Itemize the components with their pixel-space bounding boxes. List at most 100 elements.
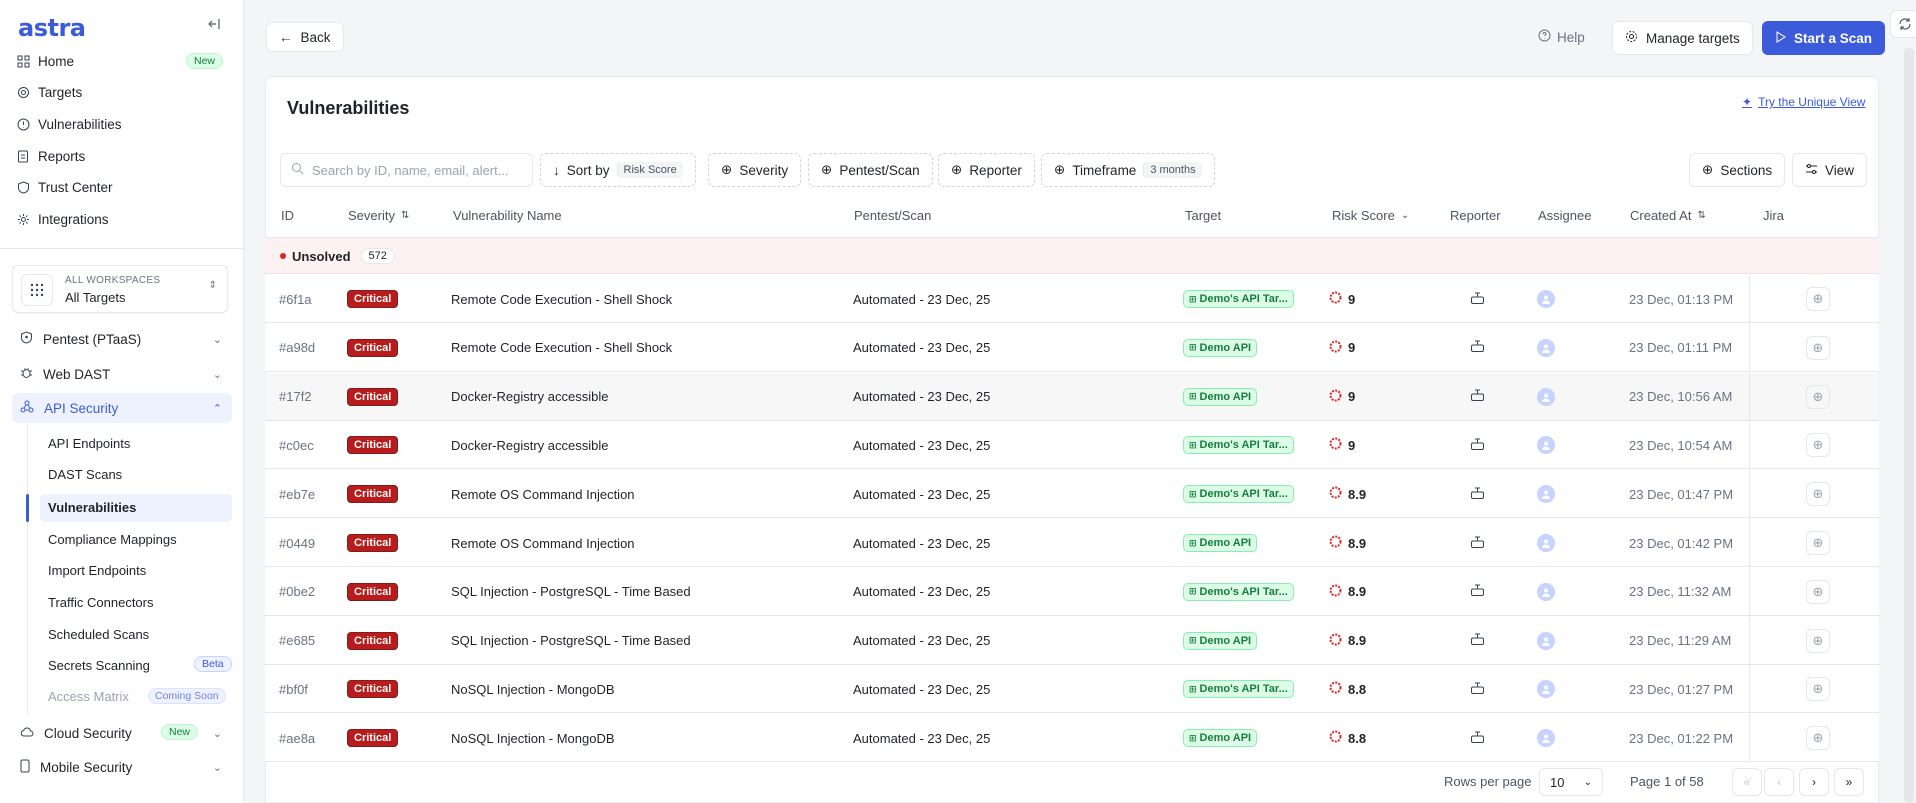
vuln-name[interactable]: SQL Injection - PostgreSQL - Time Based xyxy=(451,568,691,616)
column-target[interactable]: Target xyxy=(1185,208,1221,223)
table-row[interactable]: #6f1a Critical Remote Code Execution - S… xyxy=(265,275,1879,323)
assignee-cell[interactable] xyxy=(1537,324,1555,372)
vuln-name[interactable]: Remote Code Execution - Shell Shock xyxy=(451,275,672,323)
refresh-icon[interactable] xyxy=(1890,10,1916,38)
subnav-vulnerabilities[interactable]: Vulnerabilities xyxy=(48,497,136,519)
target-badge[interactable]: ⊞ Demo API xyxy=(1183,338,1258,357)
nav-trust-center[interactable]: Trust Center xyxy=(16,175,113,199)
pentest-scan-filter[interactable]: ⊕ Pentest/Scan xyxy=(808,153,933,187)
vuln-id[interactable]: #eb7e xyxy=(279,470,315,518)
vuln-name[interactable]: Remote OS Command Injection xyxy=(451,470,635,518)
assignee-cell[interactable] xyxy=(1537,373,1555,421)
vuln-id[interactable]: #a98d xyxy=(279,324,315,372)
assignee-cell[interactable] xyxy=(1537,519,1555,567)
prev-page-button[interactable]: ‹ xyxy=(1764,768,1794,796)
vuln-id[interactable]: #6f1a xyxy=(279,275,312,323)
vuln-id[interactable]: #e685 xyxy=(279,617,315,665)
first-page-button[interactable]: « xyxy=(1732,768,1762,796)
manage-targets-button[interactable]: Manage targets xyxy=(1612,21,1753,55)
target-badge[interactable]: ⊞ Demo's API Tar... xyxy=(1183,582,1294,601)
group-cloud-security[interactable]: Cloud Security New ⌄ xyxy=(12,718,232,748)
sections-button[interactable]: ⊕ Sections xyxy=(1689,153,1786,187)
target-badge[interactable]: ⊞ Demo's API Tar... xyxy=(1183,485,1294,504)
astra-logo[interactable]: astra xyxy=(18,14,86,42)
column-vulnerability-name[interactable]: Vulnerability Name xyxy=(453,208,562,223)
sort-by-button[interactable]: ↓ Sort by Risk Score xyxy=(540,153,696,187)
assignee-cell[interactable] xyxy=(1537,714,1555,762)
collapse-sidebar-icon[interactable] xyxy=(204,16,224,36)
add-jira-button[interactable]: ⊕ xyxy=(1806,677,1830,702)
group-pentest[interactable]: Pentest (PTaaS) ⌄ xyxy=(12,324,232,354)
target-badge[interactable]: ⊞ Demo API xyxy=(1183,729,1258,748)
vuln-name[interactable]: NoSQL Injection - MongoDB xyxy=(451,665,615,713)
subnav-traffic-connectors[interactable]: Traffic Connectors xyxy=(48,592,154,614)
assignee-cell[interactable] xyxy=(1537,568,1555,616)
assignee-cell[interactable] xyxy=(1537,665,1555,713)
unsolved-group-row[interactable] xyxy=(265,238,1879,274)
group-web-dast[interactable]: Web DAST ⌄ xyxy=(12,359,232,389)
timeframe-filter[interactable]: ⊕ Timeframe 3 months xyxy=(1041,153,1215,187)
table-row[interactable]: #17f2 Critical Docker-Registry accessibl… xyxy=(265,372,1879,421)
nav-vulnerabilities[interactable]: Vulnerabilities xyxy=(16,112,122,136)
search-input[interactable]: Search by ID, name, email, alert... xyxy=(280,153,533,187)
assignee-cell[interactable] xyxy=(1537,421,1555,469)
vuln-name[interactable]: Docker-Registry accessible xyxy=(451,421,609,469)
group-mobile-security[interactable]: Mobile Security ⌄ xyxy=(12,752,232,782)
assignee-cell[interactable] xyxy=(1537,470,1555,518)
vuln-name[interactable]: Docker-Registry accessible xyxy=(451,373,609,421)
table-row[interactable]: #e685 Critical SQL Injection - PostgreSQ… xyxy=(265,616,1879,665)
column-severity[interactable]: Severity ⇅ xyxy=(348,208,409,223)
add-jira-button[interactable]: ⊕ xyxy=(1806,726,1830,751)
vuln-id[interactable]: #c0ec xyxy=(279,421,314,469)
view-button[interactable]: View xyxy=(1792,153,1868,187)
vuln-id[interactable]: #0be2 xyxy=(279,568,315,616)
column-pentest-scan[interactable]: Pentest/Scan xyxy=(854,208,931,223)
nav-targets[interactable]: Targets xyxy=(16,80,82,104)
rows-per-page-select[interactable]: 10 ⌄ xyxy=(1539,768,1603,796)
severity-filter[interactable]: ⊕ Severity xyxy=(708,153,802,187)
target-badge[interactable]: ⊞ Demo API xyxy=(1183,534,1258,552)
column-created-at[interactable]: Created At ⇅ xyxy=(1630,208,1706,223)
add-jira-button[interactable]: ⊕ xyxy=(1806,579,1830,604)
next-page-button[interactable]: › xyxy=(1799,768,1829,796)
nav-integrations[interactable]: Integrations xyxy=(16,207,109,231)
table-row[interactable]: #0be2 Critical SQL Injection - PostgreSQ… xyxy=(265,567,1879,616)
add-jira-button[interactable]: ⊕ xyxy=(1806,482,1830,507)
subnav-compliance-mappings[interactable]: Compliance Mappings xyxy=(48,529,177,551)
subnav-dast-scans[interactable]: DAST Scans xyxy=(48,464,122,486)
vuln-name[interactable]: Remote Code Execution - Shell Shock xyxy=(451,324,672,372)
add-jira-button[interactable]: ⊕ xyxy=(1806,287,1830,311)
column-risk-score[interactable]: Risk Score ⌄ xyxy=(1332,208,1409,223)
subnav-secrets-scanning[interactable]: Secrets Scanning xyxy=(48,655,150,677)
add-jira-button[interactable]: ⊕ xyxy=(1806,335,1830,360)
target-badge[interactable]: ⊞ Demo's API Tar... xyxy=(1183,290,1294,308)
table-row[interactable]: #bf0f Critical NoSQL Injection - MongoDB… xyxy=(265,665,1879,714)
help-link[interactable]: Help xyxy=(1538,29,1585,45)
target-badge[interactable]: ⊞ Demo API xyxy=(1183,387,1258,406)
subnav-scheduled-scans[interactable]: Scheduled Scans xyxy=(48,624,149,646)
last-page-button[interactable]: » xyxy=(1834,768,1864,796)
vuln-name[interactable]: NoSQL Injection - MongoDB xyxy=(451,714,615,762)
assignee-cell[interactable] xyxy=(1537,275,1555,323)
vuln-name[interactable]: Remote OS Command Injection xyxy=(451,519,635,567)
table-row[interactable]: #0449 Critical Remote OS Command Injecti… xyxy=(265,519,1879,567)
vuln-id[interactable]: #ae8a xyxy=(279,714,315,762)
back-button[interactable]: ← Back xyxy=(266,22,344,52)
workspace-selector[interactable]: ALL WORKSPACES All Targets ⇕ xyxy=(12,265,228,313)
add-jira-button[interactable]: ⊕ xyxy=(1806,628,1830,653)
reporter-filter[interactable]: ⊕ Reporter xyxy=(938,153,1035,187)
unique-view-link[interactable]: ✦ Try the Unique View xyxy=(1742,95,1865,109)
column-jira[interactable]: Jira xyxy=(1763,208,1784,223)
add-jira-button[interactable]: ⊕ xyxy=(1806,433,1830,458)
table-row[interactable]: #eb7e Critical Remote OS Command Injecti… xyxy=(265,470,1879,519)
column-assignee[interactable]: Assignee xyxy=(1538,208,1591,223)
assignee-cell[interactable] xyxy=(1537,617,1555,665)
start-scan-button[interactable]: Start a Scan xyxy=(1762,21,1886,55)
group-api-security[interactable]: API Security ⌃ xyxy=(12,393,232,423)
nav-home[interactable]: Home xyxy=(16,49,74,73)
add-jira-button[interactable]: ⊕ xyxy=(1806,531,1830,555)
vuln-id[interactable]: #17f2 xyxy=(279,373,312,421)
subnav-import-endpoints[interactable]: Import Endpoints xyxy=(48,560,146,582)
vuln-id[interactable]: #bf0f xyxy=(279,665,308,713)
table-row[interactable]: #c0ec Critical Docker-Registry accessibl… xyxy=(265,421,1879,470)
